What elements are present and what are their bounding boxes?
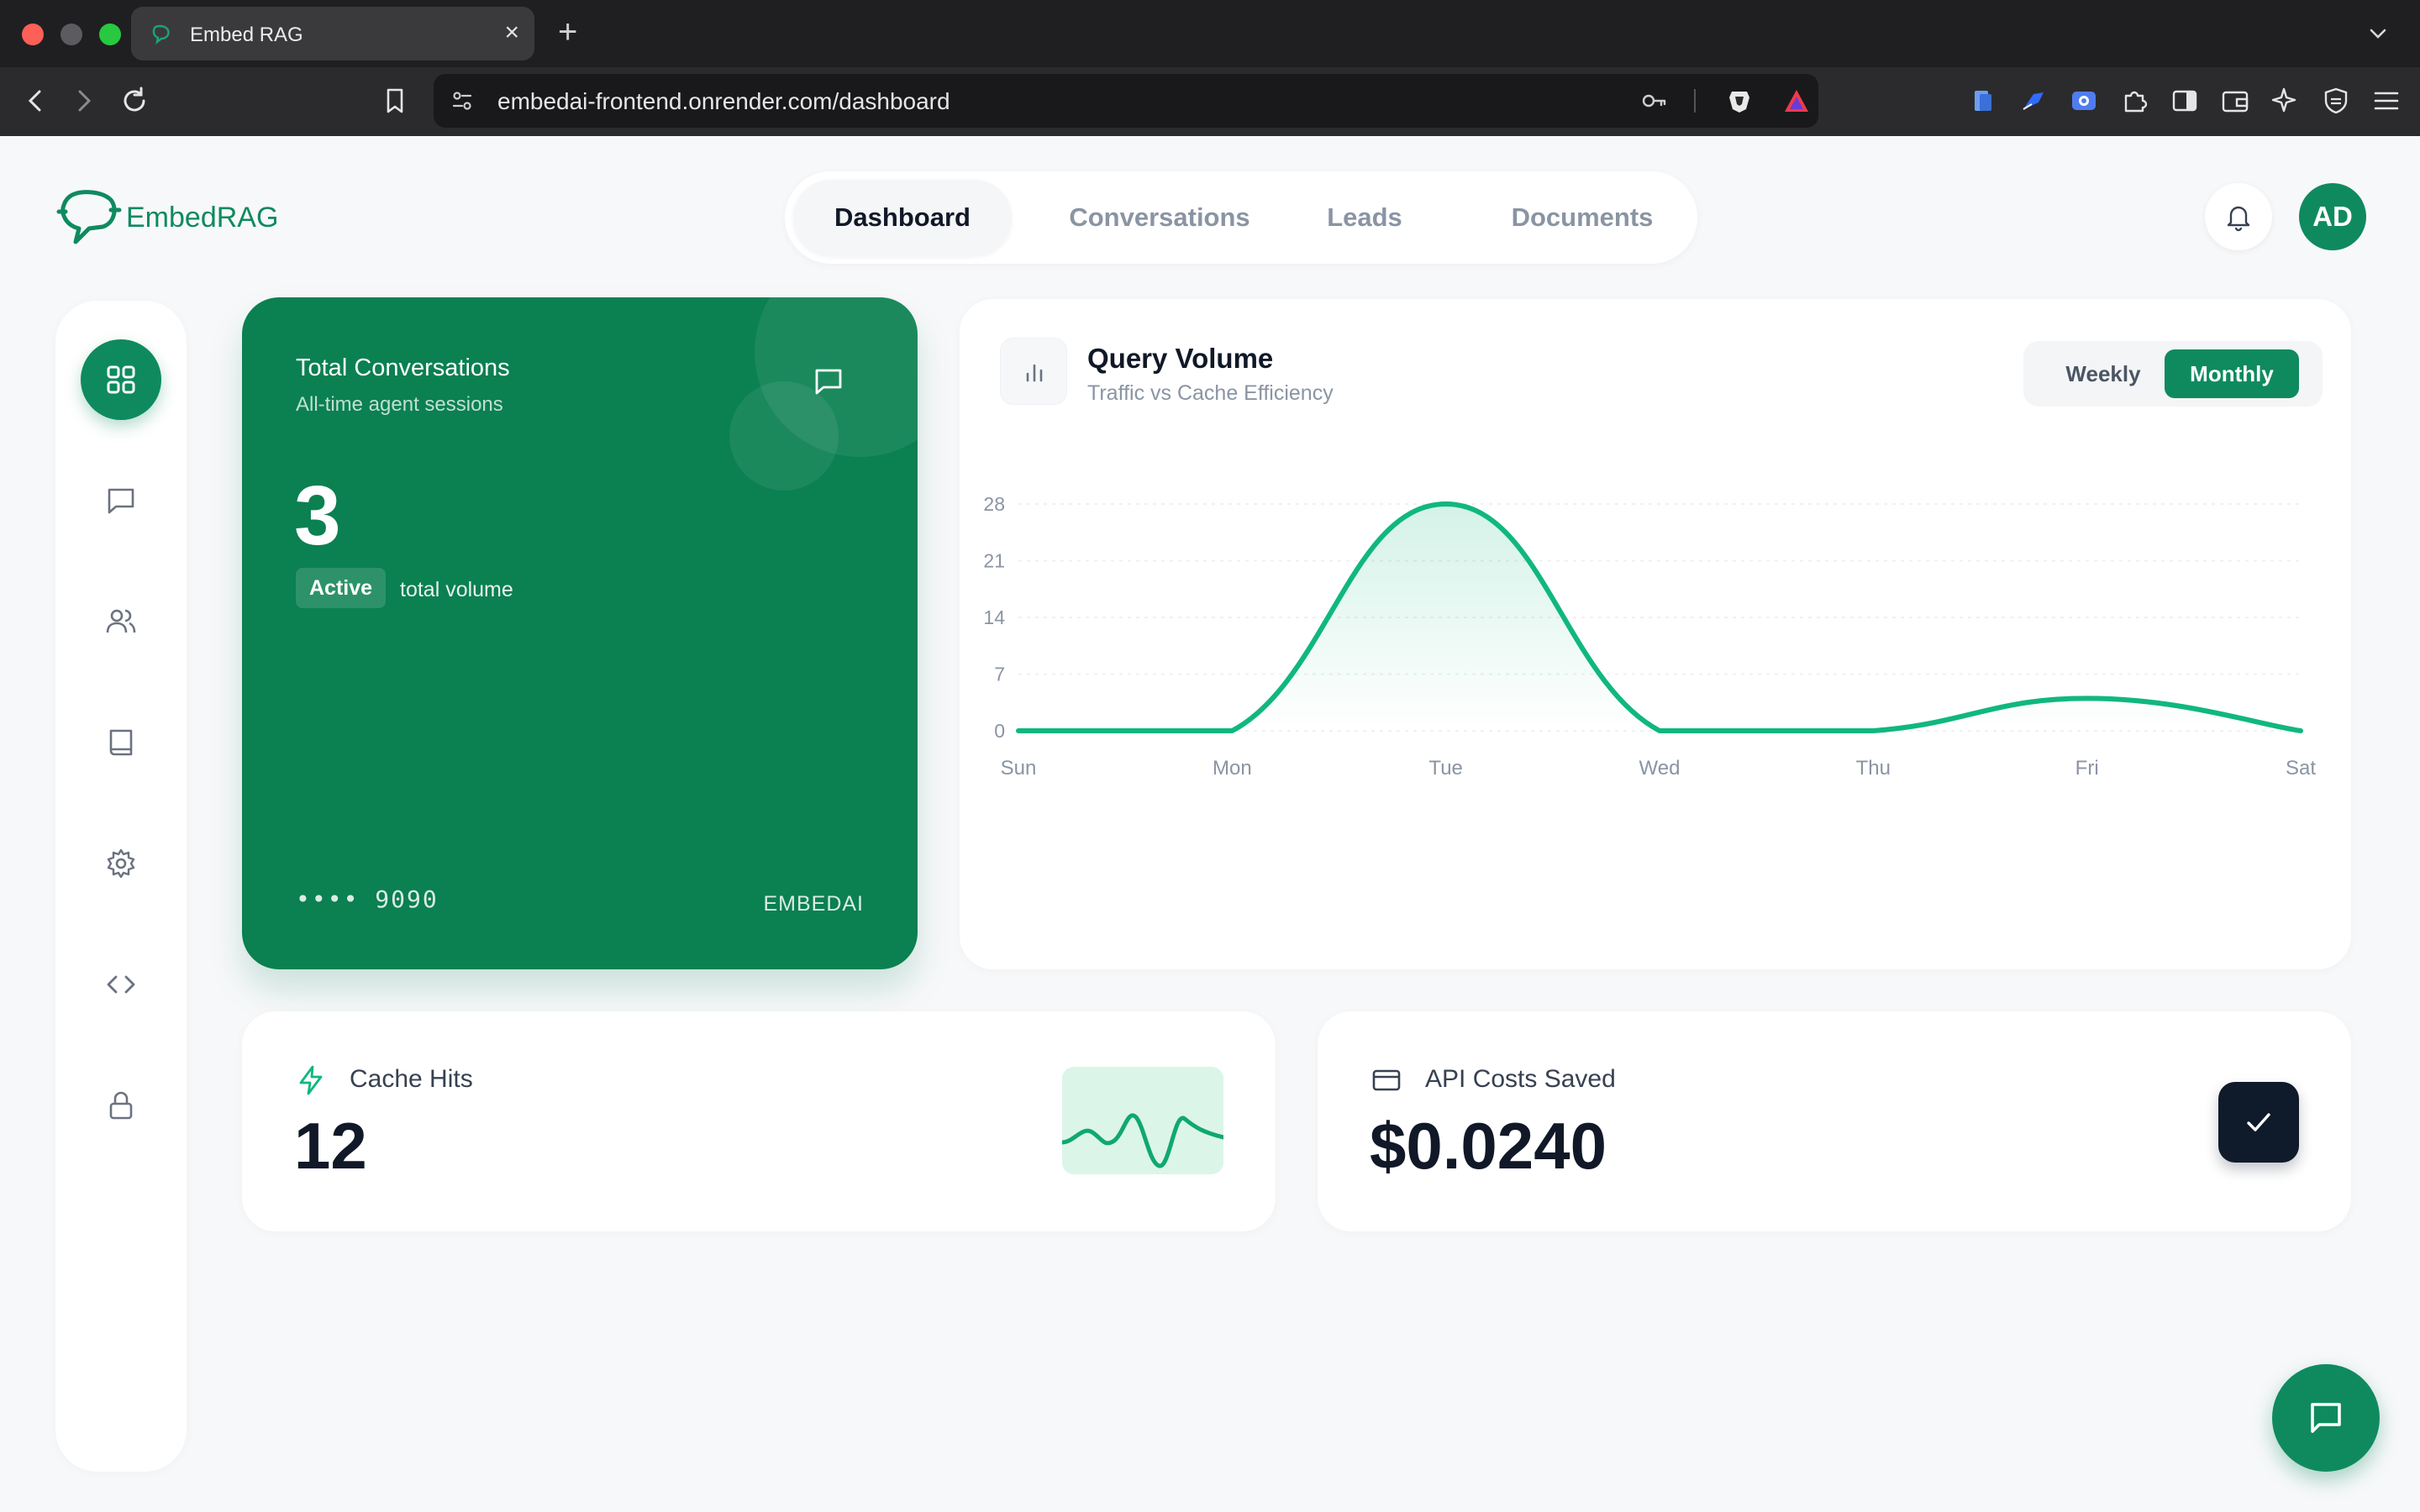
vpn-shield-icon[interactable] bbox=[2319, 84, 2353, 118]
wallet-icon[interactable] bbox=[2218, 84, 2252, 118]
notifications-button[interactable] bbox=[2205, 183, 2272, 250]
y-tick-label: 21 bbox=[983, 550, 1005, 572]
cache-hits-label: Cache Hits bbox=[350, 1065, 473, 1093]
x-tick-label: Sun bbox=[1001, 757, 1037, 780]
total-conversations-value: 3 bbox=[294, 469, 341, 563]
app-logo[interactable]: EmbedRAG bbox=[55, 186, 278, 249]
gear-icon bbox=[107, 848, 135, 879]
y-tick-label: 28 bbox=[983, 493, 1005, 515]
window-zoom-button[interactable] bbox=[99, 24, 121, 45]
tab-close-button[interactable]: × bbox=[504, 18, 519, 47]
query-volume-card: Query Volume Traffic vs Cache Efficiency… bbox=[960, 299, 2351, 969]
grid-icon bbox=[107, 365, 135, 394]
x-tick-label: Thu bbox=[1856, 757, 1891, 780]
tab-dashboard[interactable]: Dashboard bbox=[793, 180, 1012, 255]
user-avatar[interactable]: AD bbox=[2299, 183, 2366, 250]
code-icon bbox=[107, 975, 135, 994]
sidebar-item-leads[interactable] bbox=[81, 581, 161, 662]
browser-tab-bar: Embed RAG × + bbox=[0, 0, 2420, 67]
verified-badge bbox=[2218, 1082, 2299, 1163]
cache-hits-value: 12 bbox=[294, 1109, 367, 1183]
cache-hits-sparkline bbox=[1062, 1067, 1223, 1174]
extension-arrow-icon[interactable] bbox=[2017, 84, 2050, 118]
lightning-icon bbox=[299, 1065, 323, 1095]
extension-camera-icon[interactable] bbox=[2067, 84, 2101, 118]
sparkline-graphic bbox=[1062, 1113, 1223, 1168]
chevron-down-icon[interactable] bbox=[2366, 22, 2390, 45]
sidebar-item-security[interactable] bbox=[81, 1065, 161, 1146]
extension-docs-icon[interactable] bbox=[1966, 84, 2000, 118]
api-costs-label: API Costs Saved bbox=[1425, 1065, 1616, 1093]
chat-icon bbox=[2311, 1403, 2341, 1433]
credit-card-icon bbox=[1372, 1069, 1401, 1091]
favicon-icon bbox=[152, 24, 170, 45]
tab-title: Embed RAG bbox=[190, 24, 303, 46]
card-subtitle: All-time agent sessions bbox=[296, 393, 503, 416]
x-tick-label: Sat bbox=[2286, 757, 2316, 780]
address-bar[interactable]: embedai-frontend.onrender.com/dashboard bbox=[434, 74, 1818, 128]
y-tick-label: 14 bbox=[983, 606, 1005, 628]
chat-icon bbox=[815, 369, 842, 395]
brave-shield-icon[interactable] bbox=[1724, 86, 1754, 116]
x-tick-label: Wed bbox=[1639, 757, 1681, 780]
window-minimize-button[interactable] bbox=[60, 24, 82, 45]
forward-icon[interactable] bbox=[67, 84, 101, 118]
browser-toolbar: embedai-frontend.onrender.com/dashboard bbox=[0, 67, 2420, 136]
key-icon[interactable] bbox=[1639, 86, 1669, 116]
total-conversations-card: Total Conversations All-time agent sessi… bbox=[242, 297, 918, 969]
x-tick-label: Mon bbox=[1213, 757, 1252, 780]
back-icon[interactable] bbox=[18, 84, 52, 118]
y-tick-label: 7 bbox=[994, 664, 1005, 685]
api-costs-value: $0.0240 bbox=[1370, 1109, 1607, 1183]
sidebar-item-embed-code[interactable] bbox=[81, 944, 161, 1025]
leo-ai-icon[interactable] bbox=[2269, 84, 2302, 118]
main-nav: Dashboard Conversations Leads Documents bbox=[785, 171, 1697, 264]
check-icon bbox=[2247, 1113, 2270, 1131]
tab-leads[interactable]: Leads bbox=[1297, 180, 1432, 255]
book-icon bbox=[109, 729, 133, 756]
extensions-puzzle-icon[interactable] bbox=[2118, 84, 2151, 118]
logo-chat-icon bbox=[56, 190, 122, 244]
browser-tab[interactable]: Embed RAG × bbox=[131, 7, 534, 60]
users-icon bbox=[106, 609, 136, 633]
sidebar bbox=[55, 301, 187, 1472]
bookmark-icon[interactable] bbox=[378, 84, 412, 118]
sidebar-item-dashboard[interactable] bbox=[81, 339, 161, 420]
card-title: Total Conversations bbox=[296, 354, 510, 381]
lock-icon bbox=[109, 1091, 133, 1120]
chat-icon bbox=[108, 488, 134, 514]
sidebar-item-documents[interactable] bbox=[81, 702, 161, 783]
window-close-button[interactable] bbox=[22, 24, 44, 45]
tab-documents[interactable]: Documents bbox=[1486, 180, 1679, 255]
badge-note: total volume bbox=[400, 578, 513, 601]
card-brand: EMBEDAI bbox=[763, 892, 864, 916]
divider bbox=[1694, 89, 1696, 113]
reload-icon[interactable] bbox=[118, 84, 151, 118]
query-volume-chart: 0 7 14 21 28 Sun Mon Tue Wed Thu Fri Sat bbox=[983, 493, 2316, 780]
brave-rewards-icon[interactable] bbox=[1781, 86, 1812, 116]
y-tick-label: 0 bbox=[994, 720, 1005, 742]
site-settings-icon[interactable] bbox=[447, 86, 477, 116]
brand-name: EmbedRAG bbox=[126, 201, 279, 234]
status-badge: Active bbox=[296, 568, 387, 608]
sidebar-item-settings[interactable] bbox=[81, 823, 161, 904]
x-tick-label: Fri bbox=[2075, 757, 2099, 780]
bell-icon bbox=[2227, 206, 2250, 232]
url-text[interactable]: embedai-frontend.onrender.com/dashboard bbox=[497, 88, 950, 115]
menu-icon[interactable] bbox=[2370, 84, 2403, 118]
new-tab-button[interactable]: + bbox=[558, 13, 577, 50]
x-tick-label: Tue bbox=[1428, 757, 1462, 780]
api-costs-card: API Costs Saved $0.0240 bbox=[1318, 1011, 2351, 1231]
cache-hits-card: Cache Hits 12 bbox=[242, 1011, 1276, 1231]
chat-widget-button[interactable] bbox=[2272, 1364, 2380, 1472]
tab-conversations[interactable]: Conversations bbox=[1037, 180, 1282, 255]
sidebar-toggle-icon[interactable] bbox=[2168, 84, 2202, 118]
sidebar-item-conversations[interactable] bbox=[81, 460, 161, 541]
masked-card-number: •••• 9090 bbox=[296, 885, 439, 913]
